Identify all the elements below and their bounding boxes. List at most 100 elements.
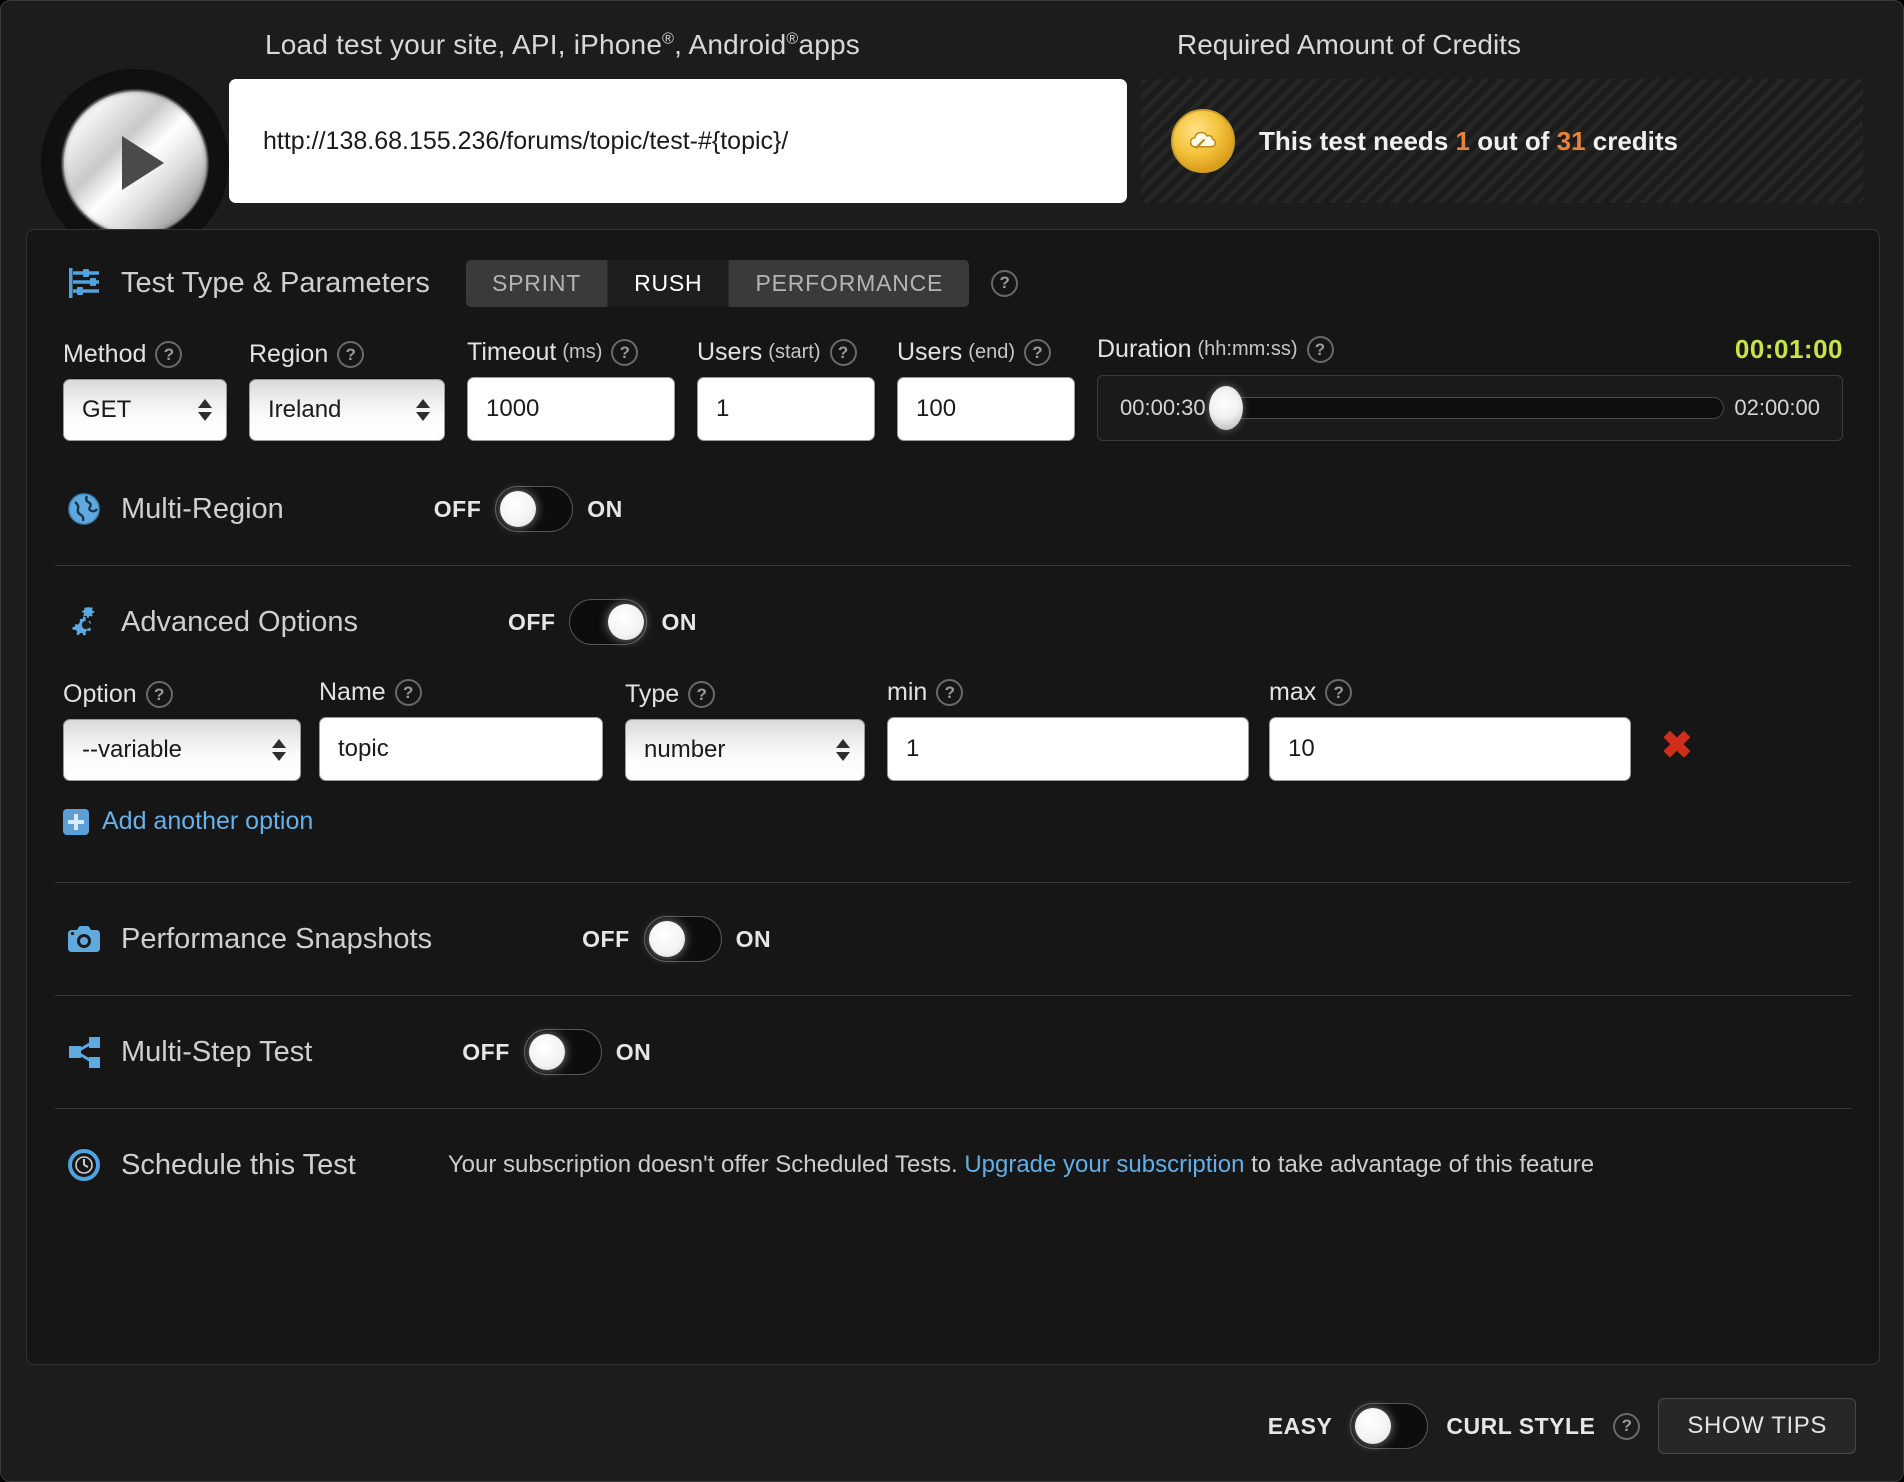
multi-region-toggle-group: OFF ON	[434, 486, 623, 532]
performance-snapshots-row: Performance Snapshots OFF ON	[27, 883, 1879, 995]
chevron-updown-icon	[416, 399, 430, 421]
users-start-label: Users	[697, 338, 762, 367]
timeout-help-icon[interactable]: ?	[611, 339, 638, 366]
play-button-face	[64, 92, 206, 234]
method-label: Method	[63, 340, 146, 369]
schedule-test-row: Schedule this Test Your subscription doe…	[27, 1109, 1879, 1221]
chevron-updown-icon	[198, 399, 212, 421]
credits-suffix: credits	[1586, 126, 1679, 156]
users-end-label-wrap: Users (end) ?	[897, 338, 1075, 367]
test-type-title: Test Type & Parameters	[121, 267, 430, 300]
option-type-select[interactable]: number	[625, 719, 865, 781]
max-label-wrap: max ?	[1269, 678, 1631, 707]
gears-icon	[63, 601, 105, 643]
method-field: Method ? GET	[63, 340, 227, 441]
method-help-icon[interactable]: ?	[155, 341, 182, 368]
url-and-credits-bar: This test needs 1 out of 31 credits	[229, 79, 1863, 203]
test-type-tabs: SPRINT RUSH PERFORMANCE	[466, 260, 969, 307]
page-title: Load test your site, API, iPhone®, Andro…	[265, 29, 860, 61]
advanced-options-toggle-group: OFF ON	[508, 599, 697, 645]
test-type-header-row: Test Type & Parameters SPRINT RUSH PERFO…	[27, 230, 1879, 322]
multi-step-test-toggle[interactable]	[524, 1029, 602, 1075]
method-select[interactable]: GET	[63, 379, 227, 441]
curl-style-toggle[interactable]	[1350, 1403, 1428, 1449]
show-tips-button[interactable]: SHOW TIPS	[1658, 1398, 1856, 1454]
delete-option-icon[interactable]: ✖	[1661, 727, 1693, 765]
max-label: max	[1269, 678, 1316, 707]
url-input[interactable]	[229, 79, 1127, 203]
camera-icon	[63, 918, 105, 960]
option-label: Option	[63, 680, 137, 709]
settings-card: Test Type & Parameters SPRINT RUSH PERFO…	[26, 229, 1880, 1365]
duration-help-icon[interactable]: ?	[1307, 336, 1334, 363]
advanced-options-title: Advanced Options	[121, 606, 358, 639]
schedule-test-title: Schedule this Test	[121, 1149, 356, 1182]
type-label: Type	[625, 680, 679, 709]
snapshots-off-label: OFF	[582, 926, 630, 953]
users-end-input[interactable]	[897, 377, 1075, 441]
users-start-input[interactable]	[697, 377, 875, 441]
users-end-field: Users (end) ?	[897, 338, 1075, 441]
chevron-updown-icon	[836, 739, 850, 761]
method-value: GET	[82, 396, 131, 424]
add-another-option-button[interactable]: Add another option	[27, 807, 1879, 836]
performance-snapshots-toggle[interactable]	[644, 916, 722, 962]
advanced-options-toggle[interactable]	[569, 599, 647, 645]
duration-min-label: 00:00:30	[1120, 395, 1206, 421]
multi-step-test-row: Multi-Step Test OFF ON	[27, 996, 1879, 1108]
users-start-sub: (start)	[768, 341, 820, 364]
multi-region-title: Multi-Region	[121, 493, 284, 526]
name-help-icon[interactable]: ?	[395, 679, 422, 706]
users-start-help-icon[interactable]: ?	[830, 339, 857, 366]
option-help-icon[interactable]: ?	[146, 681, 173, 708]
add-another-option-label: Add another option	[102, 807, 313, 836]
method-label-wrap: Method ?	[63, 340, 227, 369]
users-end-help-icon[interactable]: ?	[1024, 339, 1051, 366]
duration-field: Duration (hh:mm:ss) ? 00:01:00 00:00:30 …	[1097, 334, 1843, 441]
duration-slider-box: 00:00:30 02:00:00	[1097, 375, 1843, 441]
upgrade-subscription-link[interactable]: Upgrade your subscription	[964, 1151, 1244, 1178]
multistep-on-label: ON	[616, 1039, 652, 1066]
duration-max-label: 02:00:00	[1734, 395, 1820, 421]
region-field: Region ? Ireland	[249, 340, 445, 441]
performance-snapshots-title: Performance Snapshots	[121, 923, 432, 956]
option-max-input[interactable]	[1269, 717, 1631, 781]
multi-region-row: Multi-Region OFF ON	[27, 453, 1879, 565]
tab-rush[interactable]: RUSH	[608, 260, 729, 307]
users-start-label-wrap: Users (start) ?	[697, 338, 875, 367]
timeout-input[interactable]	[467, 377, 675, 441]
multi-step-test-title: Multi-Step Test	[121, 1036, 312, 1069]
schedule-text-before: Your subscription doesn't offer Schedule…	[448, 1151, 964, 1178]
parameters-row: Method ? GET Region ? Ireland	[27, 334, 1879, 441]
multi-region-toggle[interactable]	[495, 486, 573, 532]
clock-icon	[63, 1144, 105, 1186]
curl-style-help-icon[interactable]: ?	[1613, 1413, 1640, 1440]
min-help-icon[interactable]: ?	[936, 679, 963, 706]
share-nodes-icon	[63, 1031, 105, 1073]
type-help-icon[interactable]: ?	[688, 681, 715, 708]
duration-slider-handle[interactable]	[1209, 386, 1243, 430]
timeout-label-wrap: Timeout (ms) ?	[467, 338, 675, 367]
play-icon	[122, 136, 164, 190]
option-name-input[interactable]	[319, 717, 603, 781]
footer-bar: EASY CURL STYLE ? SHOW TIPS	[26, 1393, 1878, 1459]
min-label: min	[887, 678, 927, 707]
snapshots-toggle-group: OFF ON	[582, 916, 771, 962]
region-help-icon[interactable]: ?	[337, 341, 364, 368]
users-end-sub: (end)	[968, 341, 1015, 364]
region-select[interactable]: Ireland	[249, 379, 445, 441]
option-select[interactable]: --variable	[63, 719, 301, 781]
max-help-icon[interactable]: ?	[1325, 679, 1352, 706]
credit-coin-icon	[1171, 109, 1235, 173]
tab-sprint[interactable]: SPRINT	[466, 260, 608, 307]
test-type-help-icon[interactable]: ?	[991, 270, 1018, 297]
tab-performance[interactable]: PERFORMANCE	[729, 260, 969, 307]
option-min-input[interactable]	[887, 717, 1249, 781]
chevron-updown-icon	[272, 739, 286, 761]
toggle-knob	[608, 604, 644, 640]
load-test-configurator: Load test your site, API, iPhone®, Andro…	[0, 0, 1904, 1482]
min-label-wrap: min ?	[887, 678, 1249, 707]
duration-slider-track[interactable]	[1216, 397, 1725, 419]
schedule-text-after: to take advantage of this feature	[1244, 1151, 1594, 1178]
duration-label-wrap: Duration (hh:mm:ss) ?	[1097, 335, 1334, 364]
